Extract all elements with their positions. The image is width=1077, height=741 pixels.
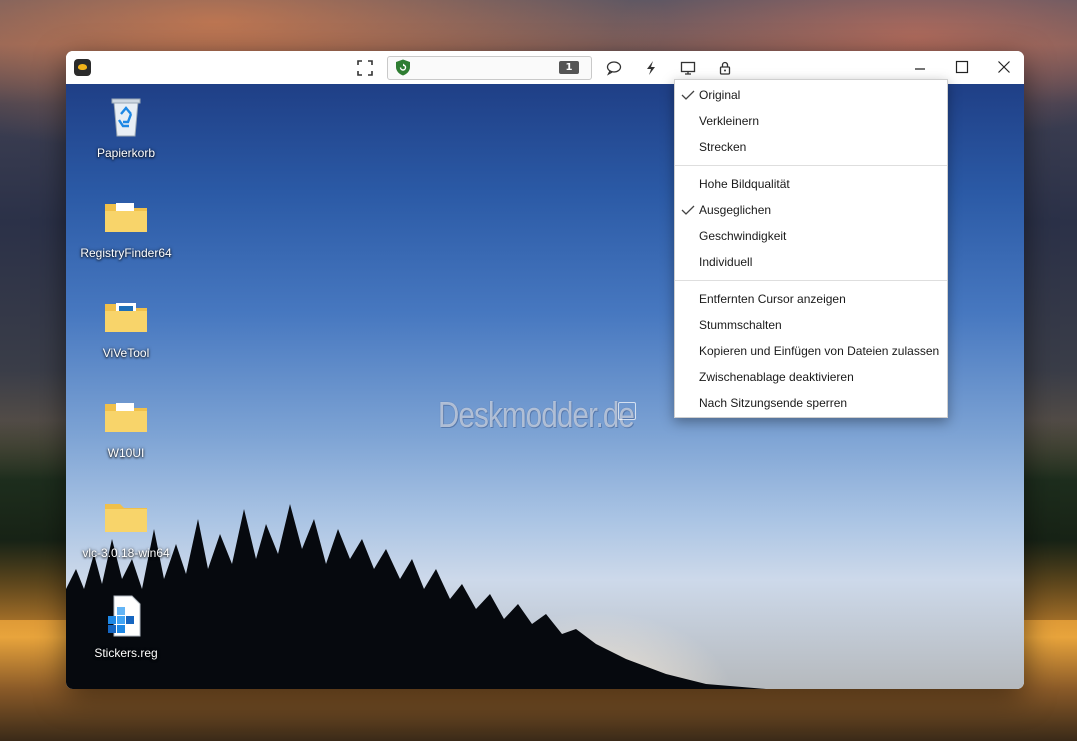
menu-item-label: Hohe Bildqualität xyxy=(699,177,790,191)
registry-file-icon xyxy=(102,592,150,640)
menu-separator xyxy=(675,165,947,166)
menu-item-label: Kopieren und Einfügen von Dateien zulass… xyxy=(699,344,940,358)
menu-item-file-copy-paste[interactable]: Kopieren und Einfügen von Dateien zulass… xyxy=(675,338,947,364)
menu-item-mute[interactable]: Stummschalten xyxy=(675,312,947,338)
menu-item-label: Nach Sitzungsende sperren xyxy=(699,396,848,410)
menu-item-label: Entfernten Cursor anzeigen xyxy=(699,292,846,306)
maximize-button[interactable] xyxy=(944,53,980,81)
menu-item-label: Strecken xyxy=(699,140,747,154)
anydesk-logo-icon xyxy=(74,59,91,76)
menu-item-label: Original xyxy=(699,88,741,102)
icon-label: vlc-3.0.18-win64 xyxy=(82,546,170,560)
lock-icon[interactable] xyxy=(716,59,734,77)
lightning-icon[interactable] xyxy=(642,59,660,77)
icon-label: ViVeTool xyxy=(102,346,150,360)
icon-label: W10UI xyxy=(107,446,145,460)
checkmark-icon xyxy=(681,205,695,215)
menu-item-label: Stummschalten xyxy=(699,318,782,332)
fullscreen-icon[interactable] xyxy=(356,59,374,77)
checkmark-icon xyxy=(681,90,695,100)
menu-separator xyxy=(675,280,947,281)
minimize-button[interactable] xyxy=(902,53,938,81)
folder-icon xyxy=(102,192,150,240)
menu-item-label: Individuell xyxy=(699,255,753,269)
icon-label: Papierkorb xyxy=(96,146,156,160)
menu-item-verkleinern[interactable]: Verkleinern xyxy=(675,108,947,134)
forest-silhouette xyxy=(66,504,766,689)
desktop-icon-vivetool[interactable]: ViVeTool xyxy=(76,292,176,360)
menu-item-label: Geschwindigkeit xyxy=(699,229,787,243)
desktop-icon-vlc[interactable]: vlc-3.0.18-win64 xyxy=(76,492,176,560)
menu-item-individuell[interactable]: Individuell xyxy=(675,249,947,275)
menu-item-remote-cursor[interactable]: Entfernten Cursor anzeigen xyxy=(675,286,947,312)
session-number-badge: 1 xyxy=(559,61,579,74)
desktop-icon-registryfinder64[interactable]: RegistryFinder64 xyxy=(76,192,176,260)
folder-icon xyxy=(102,492,150,540)
menu-item-label: Ausgeglichen xyxy=(699,203,772,217)
icon-label: Stickers.reg xyxy=(94,646,158,660)
menu-item-lock-after-session[interactable]: Nach Sitzungsende sperren xyxy=(675,390,947,416)
session-address-field[interactable]: 1 xyxy=(387,56,592,80)
menu-item-label: Verkleinern xyxy=(699,114,760,128)
menu-item-ausgeglichen[interactable]: Ausgeglichen xyxy=(675,197,947,223)
display-settings-menu: Original Verkleinern Strecken Hohe Bildq… xyxy=(674,79,948,418)
monitor-icon[interactable] xyxy=(679,59,697,77)
icon-label: RegistryFinder64 xyxy=(80,246,172,260)
desktop-icon-w10ui[interactable]: W10UI xyxy=(76,392,176,460)
desktop-icon-recycle-bin[interactable]: Papierkorb xyxy=(76,92,176,160)
menu-item-label: Zwischenablage deaktivieren xyxy=(699,370,854,384)
menu-item-strecken[interactable]: Strecken xyxy=(675,134,947,160)
folder-icon xyxy=(102,392,150,440)
watermark-text: Deskmodder.de xyxy=(438,394,635,435)
menu-item-hohe-bildqualitaet[interactable]: Hohe Bildqualität xyxy=(675,171,947,197)
menu-item-geschwindigkeit[interactable]: Geschwindigkeit xyxy=(675,223,947,249)
recycle-bin-icon xyxy=(102,92,150,140)
pencil-icon xyxy=(618,402,636,420)
menu-item-disable-clipboard[interactable]: Zwischenablage deaktivieren xyxy=(675,364,947,390)
folder-icon xyxy=(102,292,150,340)
close-button[interactable] xyxy=(986,53,1022,81)
shield-icon xyxy=(395,59,411,76)
chat-bubble-icon[interactable] xyxy=(605,59,623,77)
desktop-icon-stickers-reg[interactable]: Stickers.reg xyxy=(76,592,176,660)
menu-item-original[interactable]: Original xyxy=(675,82,947,108)
